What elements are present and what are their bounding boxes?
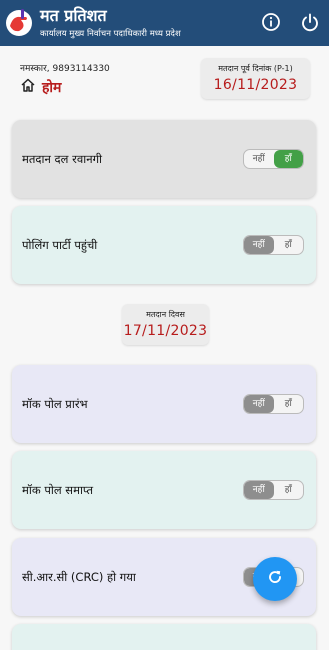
pre-poll-date-box: मतदान पूर्व दिनांक (P-1) 16/11/2023 xyxy=(201,58,310,99)
app-subtitle: कार्यालय मुख्य निर्वाचन पदाधिकारी मध्य प… xyxy=(40,29,181,39)
refresh-icon xyxy=(266,568,284,590)
voting-hand-icon xyxy=(4,6,34,40)
app-title: मत प्रतिशत xyxy=(40,6,107,25)
home-breadcrumb[interactable]: होम xyxy=(20,77,61,97)
yes-no-toggle[interactable]: नहीं हाँ xyxy=(243,235,304,255)
card-title: सी.आर.सी (CRC) हो गया xyxy=(22,570,136,584)
yes-no-toggle[interactable]: नहीं हाँ xyxy=(243,394,304,414)
card-title: मतदान दल रवानगी xyxy=(22,152,103,166)
card-next xyxy=(12,624,316,650)
home-label: होम xyxy=(42,79,62,96)
home-icon xyxy=(20,77,36,97)
card-mock-poll-start: मॉक पोल प्रारंभ नहीं हाँ xyxy=(12,365,316,443)
toggle-no-option[interactable]: नहीं xyxy=(244,150,274,168)
toggle-yes-option[interactable]: हाँ xyxy=(273,150,303,168)
greeting-text: नमस्कार, 9893114330 xyxy=(20,64,110,74)
card-title: मॉक पोल प्रारंभ xyxy=(22,397,88,411)
toggle-yes-option[interactable]: हाँ xyxy=(274,236,304,254)
yes-no-toggle[interactable]: नहीं हाँ xyxy=(243,149,304,169)
card-mock-poll-end: मॉक पोल समाप्त नहीं हाँ xyxy=(12,451,316,529)
info-icon[interactable] xyxy=(261,12,281,32)
power-icon[interactable] xyxy=(300,12,320,32)
card-party-reached: पोलिंग पार्टी पहुंची नहीं हाँ xyxy=(12,206,316,284)
pre-poll-date-label: मतदान पूर्व दिनांक (P-1) xyxy=(218,64,293,73)
app-bar: मत प्रतिशत कार्यालय मुख्य निर्वाचन पदाधि… xyxy=(0,0,329,46)
refresh-button[interactable] xyxy=(253,557,297,601)
toggle-yes-option[interactable]: हाँ xyxy=(274,481,304,499)
card-title: पोलिंग पार्टी पहुंची xyxy=(22,238,98,252)
card-party-dispatch: मतदान दल रवानगी नहीं हाँ xyxy=(12,120,316,198)
toggle-yes-option[interactable]: हाँ xyxy=(274,395,304,413)
poll-date-value: 17/11/2023 xyxy=(123,323,208,339)
card-title: मॉक पोल समाप्त xyxy=(22,483,94,497)
toggle-no-option[interactable]: नहीं xyxy=(244,236,274,254)
poll-date-label: मतदान दिवस xyxy=(146,310,185,319)
pre-poll-date-value: 16/11/2023 xyxy=(213,77,298,93)
toggle-no-option[interactable]: नहीं xyxy=(244,395,274,413)
toggle-no-option[interactable]: नहीं xyxy=(244,481,274,499)
yes-no-toggle[interactable]: नहीं हाँ xyxy=(243,480,304,500)
poll-date-box: मतदान दिवस 17/11/2023 xyxy=(122,304,209,345)
